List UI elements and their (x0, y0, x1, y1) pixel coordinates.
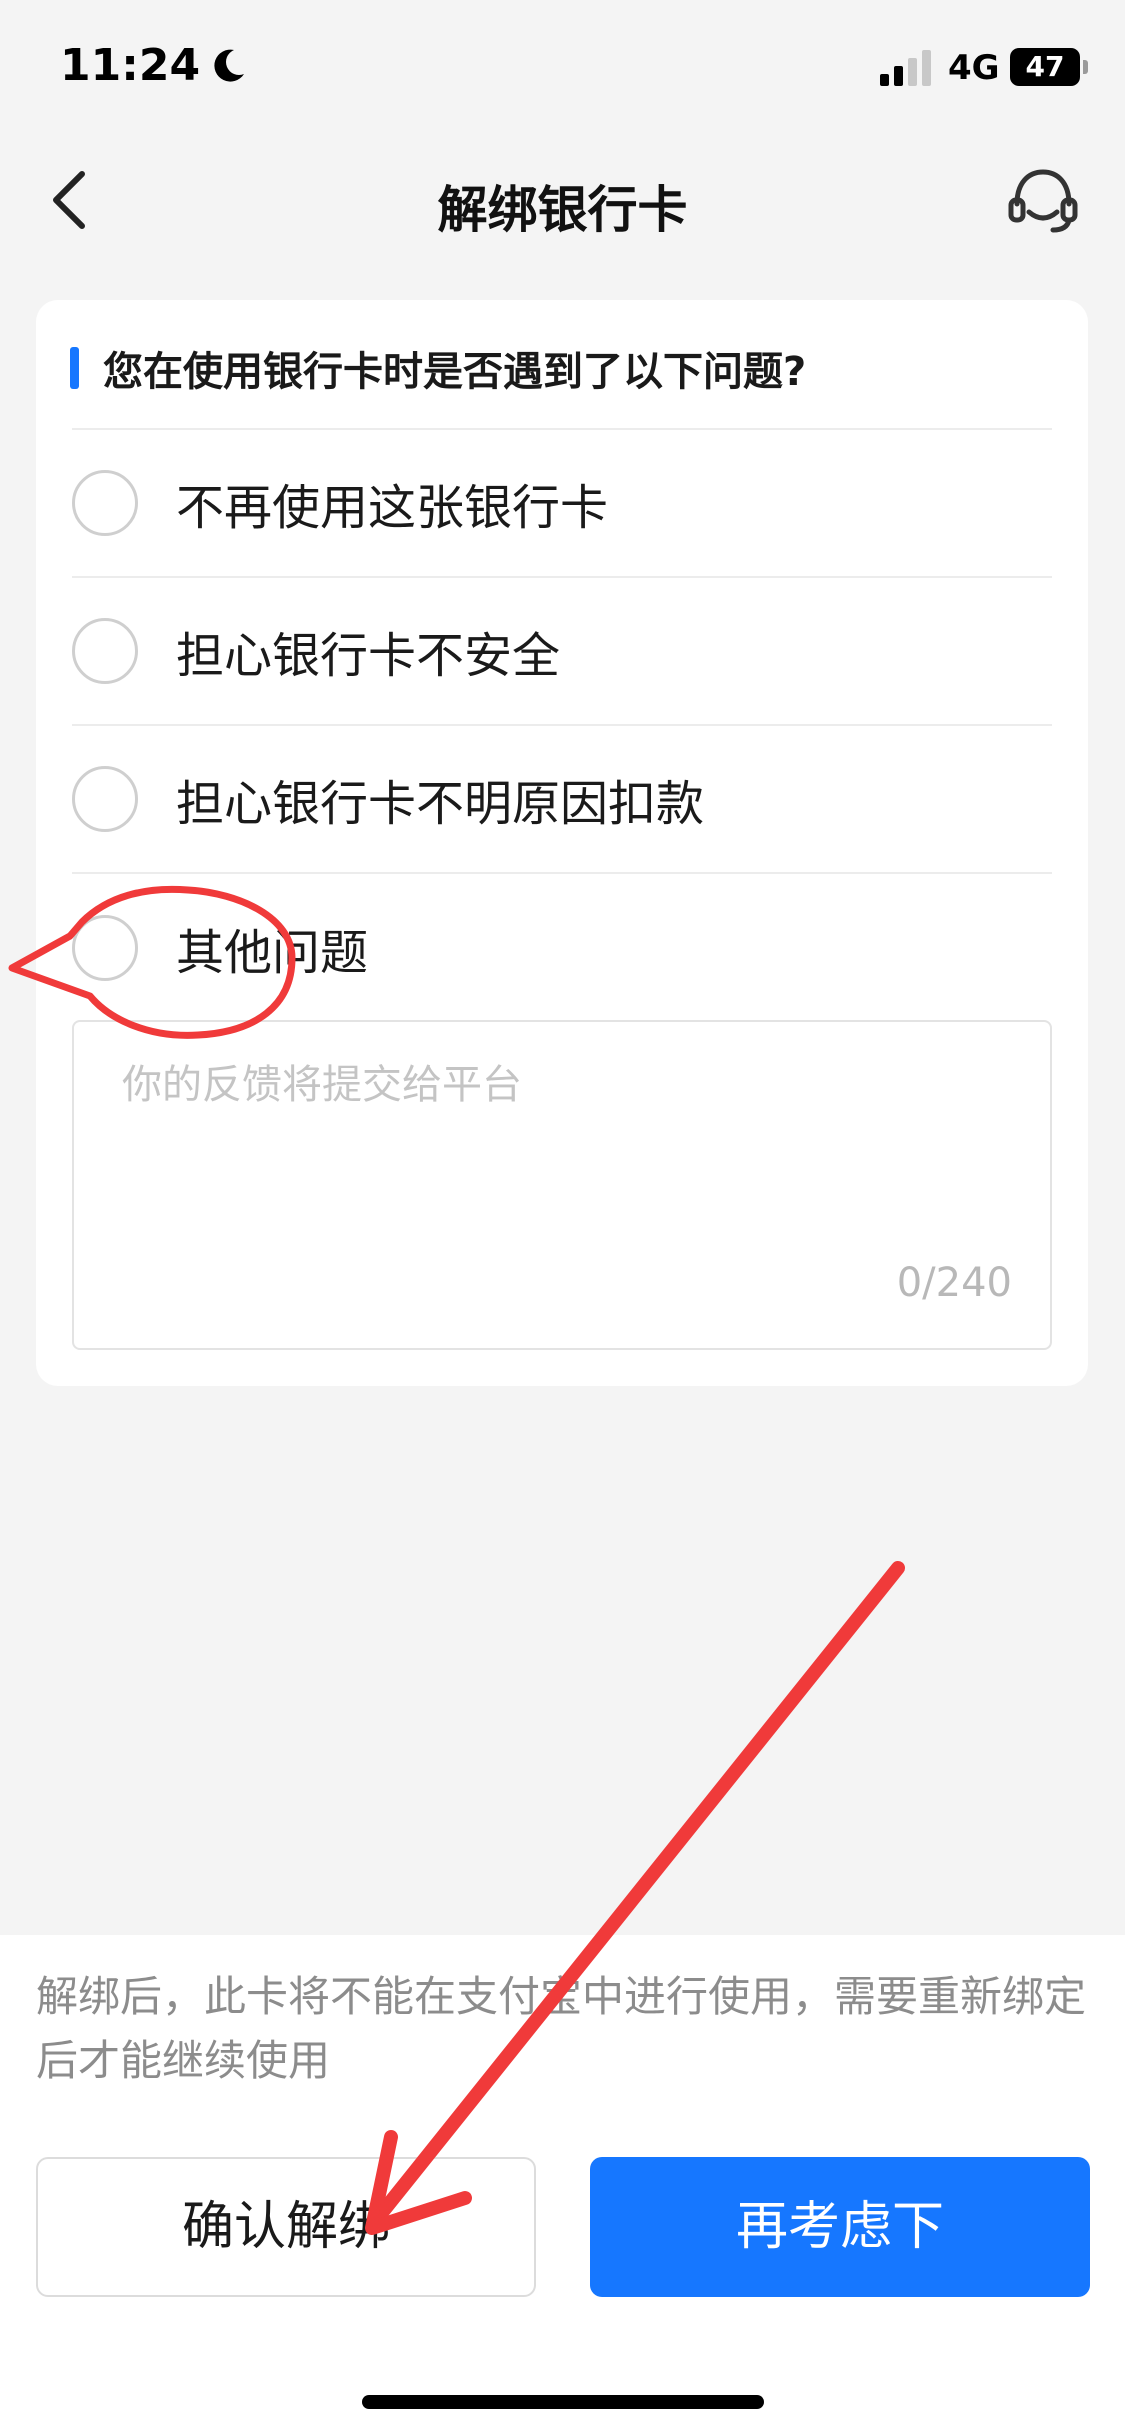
battery-icon: 47 (1010, 48, 1088, 86)
unbind-notice: 解绑后，此卡将不能在支付宝中进行使用，需要重新绑定后才能继续使用 (36, 1972, 1087, 2085)
option-label: 担心银行卡不安全 (176, 628, 561, 684)
option-other[interactable]: 其他问题 (72, 874, 1052, 1022)
page-title: 解绑银行卡 (437, 181, 688, 239)
confirm-unbind-button[interactable]: 确认解绑 (36, 2157, 536, 2297)
radio-button[interactable] (72, 766, 138, 832)
status-time: 11:24 (60, 40, 248, 91)
status-bar: 11:24 4G 47 (0, 0, 1125, 140)
option-label: 其他问题 (176, 925, 369, 981)
battery-level: 47 (1025, 50, 1065, 83)
radio-button[interactable] (72, 618, 138, 684)
bottom-panel: 解绑后，此卡将不能在支付宝中进行使用，需要重新绑定后才能继续使用 确认解绑 再考… (0, 1935, 1125, 2436)
home-indicator (362, 2395, 764, 2409)
customer-service-icon[interactable] (1005, 166, 1081, 236)
question-text: 您在使用银行卡时是否遇到了以下问题? (103, 349, 807, 395)
option-label: 不再使用这张银行卡 (176, 480, 609, 536)
option-insecure[interactable]: 担心银行卡不安全 (72, 578, 1052, 726)
feedback-textarea[interactable]: 你的反馈将提交给平台 0/240 (72, 1020, 1052, 1350)
feedback-placeholder: 你的反馈将提交给平台 (122, 1062, 522, 1108)
reason-card: 您在使用银行卡时是否遇到了以下问题? 不再使用这张银行卡 担心银行卡不安全 担心… (36, 300, 1088, 1386)
question-header: 您在使用银行卡时是否遇到了以下问题? (70, 340, 806, 396)
radio-button[interactable] (72, 915, 138, 981)
reconsider-button[interactable]: 再考虑下 (590, 2157, 1090, 2297)
option-label: 担心银行卡不明原因扣款 (176, 776, 705, 832)
question-accent-bar (70, 347, 79, 389)
option-no-longer-use[interactable]: 不再使用这张银行卡 (72, 430, 1052, 578)
radio-button[interactable] (72, 470, 138, 536)
network-type: 4G (948, 48, 1000, 88)
moon-icon (214, 49, 245, 82)
char-counter: 0/240 (896, 1260, 1012, 1306)
signal-icon (880, 50, 931, 86)
nav-bar: 解绑银行卡 (0, 140, 1125, 260)
time-text: 11:24 (60, 40, 201, 91)
option-unknown-charges[interactable]: 担心银行卡不明原因扣款 (72, 726, 1052, 874)
